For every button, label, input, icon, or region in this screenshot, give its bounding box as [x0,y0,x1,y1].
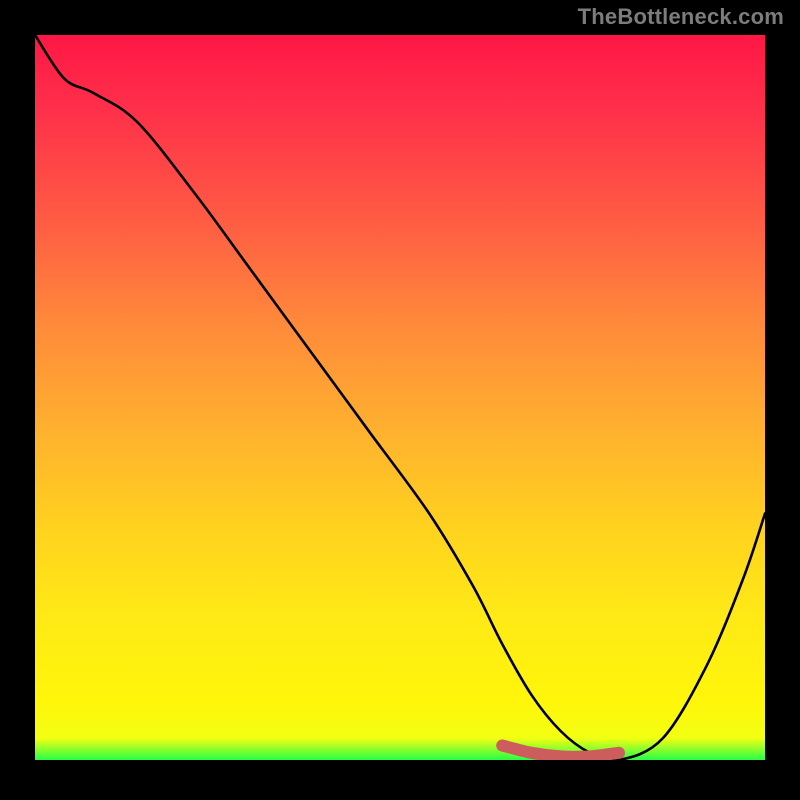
chart-stage: TheBottleneck.com [0,0,800,800]
watermark-label: TheBottleneck.com [578,4,784,30]
bottleneck-curve [35,35,765,760]
plot-area [35,35,765,760]
curve-layer [35,35,765,760]
curve-svg [35,35,765,760]
optimal-range-marker [502,746,619,757]
